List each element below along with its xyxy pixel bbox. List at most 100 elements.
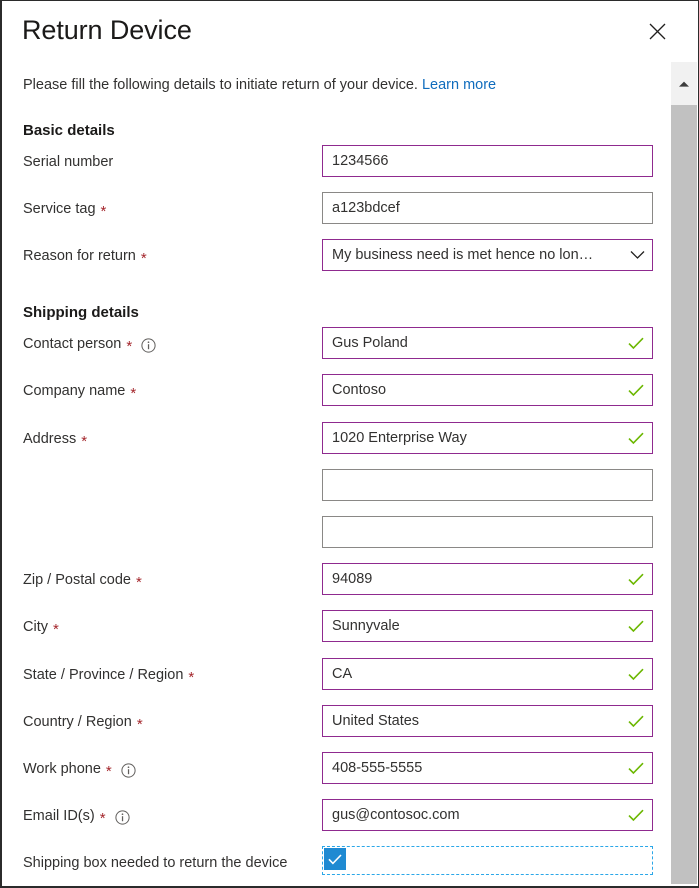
scroll-up-arrow-icon xyxy=(678,80,690,88)
required-asterisk: * xyxy=(81,432,88,450)
field-row-city: City * Sunnyvale xyxy=(2,610,662,644)
state-province-region-input[interactable]: CA xyxy=(322,658,653,690)
label-service-tag: Service tag * xyxy=(23,199,106,219)
address-line1-input[interactable]: 1020 Enterprise Way xyxy=(322,422,653,454)
label-text: Country / Region xyxy=(23,714,132,730)
address-line2-input[interactable] xyxy=(322,469,653,501)
label-text: City xyxy=(23,619,48,635)
zip-postal-code-input[interactable]: 94089 xyxy=(322,563,653,595)
label-address: Address * xyxy=(23,429,87,449)
required-asterisk: * xyxy=(126,337,133,355)
serial-number-value: 1234566 xyxy=(332,153,389,169)
label-text: Address xyxy=(23,431,77,447)
required-asterisk: * xyxy=(140,249,147,267)
city-value: Sunnyvale xyxy=(332,618,400,634)
field-row-address-line2 xyxy=(2,469,662,503)
intro-sentence: Please fill the following details to ini… xyxy=(23,77,418,93)
checkmark-icon xyxy=(328,853,342,865)
service-tag-value: a123bdcef xyxy=(332,200,400,216)
field-row-address: Address * 1020 Enterprise Way xyxy=(2,422,662,456)
label-reason-for-return: Reason for return * xyxy=(23,246,147,266)
city-input[interactable]: Sunnyvale xyxy=(322,610,653,642)
valid-checkmark-icon xyxy=(626,762,652,775)
label-country-region: Country / Region * xyxy=(23,712,143,732)
label-text: Company name xyxy=(23,383,126,399)
country-region-value: United States xyxy=(332,713,420,729)
field-row-contact-person: Contact person * Gus Poland xyxy=(2,327,662,361)
close-icon xyxy=(649,23,666,40)
reason-for-return-select[interactable]: My business need is met hence no lon… xyxy=(322,239,653,271)
field-row-state-province-region: State / Province / Region * CA xyxy=(2,658,662,692)
required-asterisk: * xyxy=(99,809,106,827)
section-heading-basic-details: Basic details xyxy=(23,122,115,139)
valid-checkmark-icon xyxy=(626,809,652,822)
field-row-company-name: Company name * Contoso xyxy=(2,374,662,408)
company-name-input[interactable]: Contoso xyxy=(322,374,653,406)
info-icon[interactable] xyxy=(141,337,156,353)
label-text: Reason for return xyxy=(23,248,136,264)
valid-checkmark-icon xyxy=(626,573,652,586)
reason-for-return-value: My business need is met hence no lon… xyxy=(332,247,594,263)
learn-more-link[interactable]: Learn more xyxy=(422,77,496,93)
label-city: City * xyxy=(23,617,59,637)
valid-checkmark-icon xyxy=(626,715,652,728)
label-contact-person: Contact person * xyxy=(23,334,156,354)
required-asterisk: * xyxy=(52,620,59,638)
scroll-up-button[interactable] xyxy=(671,62,697,105)
field-row-shipping-box: Shipping box needed to return the device xyxy=(2,846,662,880)
required-asterisk: * xyxy=(100,202,107,220)
state-province-region-value: CA xyxy=(332,666,353,682)
info-icon[interactable] xyxy=(121,762,136,778)
page-title: Return Device xyxy=(22,15,192,45)
info-icon[interactable] xyxy=(114,809,130,825)
work-phone-input[interactable]: 408-555-5555 xyxy=(322,752,653,784)
email-ids-value: gus@contosoc.com xyxy=(332,807,460,823)
field-row-reason-for-return: Reason for return * My business need is … xyxy=(2,239,662,273)
required-asterisk: * xyxy=(136,715,143,733)
valid-checkmark-icon xyxy=(626,620,652,633)
field-row-email-ids: Email ID(s) * gus@contosoc.com xyxy=(2,799,662,833)
label-state-province-region: State / Province / Region * xyxy=(23,665,194,685)
close-button[interactable] xyxy=(640,15,674,47)
required-asterisk: * xyxy=(188,668,195,686)
field-row-serial-number: Serial number 1234566 xyxy=(2,145,662,179)
service-tag-input[interactable]: a123bdcef xyxy=(322,192,653,224)
label-work-phone: Work phone * xyxy=(23,759,136,779)
label-zip-postal-code: Zip / Postal code * xyxy=(23,570,142,590)
work-phone-value: 408-555-5555 xyxy=(332,760,423,776)
section-heading-shipping-details: Shipping details xyxy=(23,304,139,321)
required-asterisk: * xyxy=(136,573,142,591)
field-row-service-tag: Service tag * a123bdcef xyxy=(2,192,662,226)
field-row-work-phone: Work phone * 408-555-5555 xyxy=(2,752,662,786)
required-asterisk: * xyxy=(105,762,112,780)
address-line1-value: 1020 Enterprise Way xyxy=(332,430,467,446)
label-text: Zip / Postal code xyxy=(23,572,131,588)
required-asterisk: * xyxy=(130,384,137,402)
address-line3-input[interactable] xyxy=(322,516,653,548)
vertical-scroll-thumb[interactable] xyxy=(671,105,697,884)
label-text: State / Province / Region xyxy=(23,667,184,683)
contact-person-input[interactable]: Gus Poland xyxy=(322,327,653,359)
label-text: Serial number xyxy=(23,154,114,170)
label-company-name: Company name * xyxy=(23,381,136,401)
label-text: Contact person xyxy=(23,336,122,352)
vertical-scrollbar[interactable] xyxy=(671,62,697,884)
shipping-box-checkbox[interactable] xyxy=(324,848,346,870)
email-ids-input[interactable]: gus@contosoc.com xyxy=(322,799,653,831)
label-serial-number: Serial number xyxy=(23,152,113,172)
shipping-box-label: Shipping box needed to return the device xyxy=(23,855,288,871)
valid-checkmark-icon xyxy=(626,668,652,681)
field-row-address-line3 xyxy=(2,516,662,550)
field-row-country-region: Country / Region * United States xyxy=(2,705,662,739)
label-email-ids: Email ID(s) * xyxy=(23,806,130,826)
label-text: Service tag xyxy=(23,201,96,217)
country-region-input[interactable]: United States xyxy=(322,705,653,737)
valid-checkmark-icon xyxy=(626,337,652,350)
zip-postal-code-value: 94089 xyxy=(332,571,373,587)
serial-number-input[interactable]: 1234566 xyxy=(322,145,653,177)
label-text: Email ID(s) xyxy=(23,808,95,824)
contact-person-value: Gus Poland xyxy=(332,335,408,351)
chevron-down-icon[interactable] xyxy=(622,250,652,260)
field-row-zip-postal-code: Zip / Postal code * 94089 xyxy=(2,563,662,597)
company-name-value: Contoso xyxy=(332,382,387,398)
